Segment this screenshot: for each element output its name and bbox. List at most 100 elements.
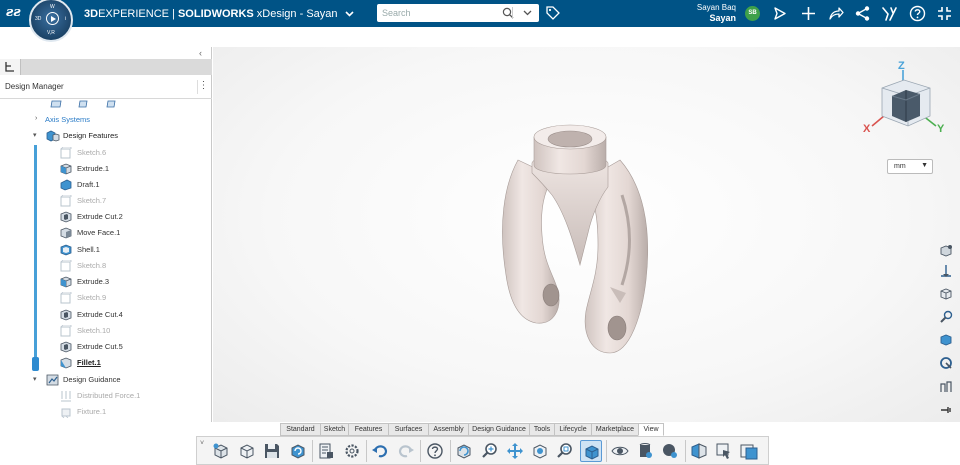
tree-item-label: Sketch.10: [77, 326, 111, 335]
tree-item-label: Fixture.1: [77, 407, 107, 416]
tree-item-sketch-10[interactable]: Sketch.10: [0, 323, 211, 339]
tree-item-sketch-8[interactable]: Sketch.8: [0, 258, 211, 274]
pin-icon[interactable]: [939, 403, 954, 418]
tree-item-draft-1[interactable]: Draft.1: [0, 177, 211, 193]
tree-item-move-face-1[interactable]: Move Face.1: [0, 225, 211, 241]
tab-sketch[interactable]: Sketch: [320, 423, 349, 436]
save-icon[interactable]: [261, 440, 283, 462]
clevis-part-model[interactable]: [470, 115, 670, 365]
tree-item-fixture-1[interactable]: Fixture.1: [0, 404, 211, 420]
tree-item-label: Shell.1: [77, 245, 100, 254]
move-face-icon: [60, 227, 72, 239]
user-name[interactable]: Sayan Baq Sayan: [696, 3, 736, 24]
zoom-fit-icon[interactable]: [554, 440, 576, 462]
avatar[interactable]: SB: [745, 6, 760, 21]
tab-view[interactable]: View: [638, 423, 664, 436]
zoom-icon[interactable]: [479, 440, 501, 462]
redo-icon[interactable]: [395, 440, 417, 462]
rotate-view-icon[interactable]: [939, 356, 954, 371]
command-separator: [312, 440, 313, 462]
sketch-icon: [60, 291, 72, 304]
tree-item-extrude-cut-2[interactable]: Extrude Cut.2: [0, 209, 211, 225]
view-orientation-icon[interactable]: [939, 244, 954, 259]
tree-item-label: Extrude.3: [77, 277, 110, 286]
collapse-caret-icon[interactable]: ▾: [33, 131, 37, 139]
help-icon[interactable]: [424, 440, 446, 462]
help-icon[interactable]: [909, 5, 926, 22]
tree-item-fillet-1[interactable]: Fillet.1: [0, 355, 211, 371]
units-value: mm: [894, 163, 906, 170]
add-icon[interactable]: [800, 5, 817, 22]
display-style-icon[interactable]: [713, 440, 735, 462]
units-dropdown[interactable]: mm ▼: [887, 159, 933, 174]
tab-marketplace[interactable]: Marketplace: [591, 423, 639, 436]
app-title[interactable]: 3DEXPERIENCE | SOLIDWORKS xDesign - Saya…: [84, 8, 354, 20]
tree-item-extrude-3[interactable]: Extrude.3: [0, 274, 211, 290]
tab-features[interactable]: Features: [348, 423, 389, 436]
search-scope-chevron-icon[interactable]: [523, 9, 532, 18]
tree-item-design-features[interactable]: ▾ Design Features: [0, 128, 211, 144]
tree-item-axis-systems[interactable]: › Axis Systems: [0, 112, 211, 128]
share-icon[interactable]: [854, 5, 871, 22]
ds-logo[interactable]: ƨƨ: [6, 5, 21, 20]
axis-z-label: Z: [898, 60, 905, 72]
capture-icon[interactable]: [738, 440, 760, 462]
compass-button[interactable]: W 3D i V,R: [29, 0, 73, 42]
scene-icon[interactable]: [659, 440, 681, 462]
tab-assembly[interactable]: Assembly: [428, 423, 469, 436]
collapse-caret-icon[interactable]: ▾: [33, 375, 37, 383]
tab-standard[interactable]: Standard: [280, 423, 321, 436]
sketch-icon: [60, 194, 72, 207]
tab-tools[interactable]: Tools: [529, 423, 555, 436]
new-design-icon[interactable]: [210, 440, 232, 462]
display-mode-icon[interactable]: [939, 287, 954, 302]
appearance-icon[interactable]: [634, 440, 656, 462]
tag-icon[interactable]: [545, 5, 562, 22]
tree-item-sketch-6[interactable]: Sketch.6: [0, 145, 211, 161]
tree-item-extrude-1[interactable]: Extrude.1: [0, 161, 211, 177]
tree-item-extrude-cut-5[interactable]: Extrude Cut.5: [0, 339, 211, 355]
extrude-icon: [60, 276, 72, 288]
sync-icon[interactable]: [287, 440, 309, 462]
measure-icon[interactable]: [939, 310, 954, 325]
settings-icon[interactable]: [341, 440, 363, 462]
tree-item-sketch-7[interactable]: Sketch.7: [0, 193, 211, 209]
tab-surfaces[interactable]: Surfaces: [388, 423, 429, 436]
search-input[interactable]: [382, 7, 492, 19]
view-cube-icon[interactable]: [580, 440, 602, 462]
feature-tree: › Axis Systems ▾ Design Features Sketch.6 Ext…: [0, 47, 212, 422]
share-to-community-icon[interactable]: [771, 5, 788, 22]
tree-item-label: Design Guidance: [63, 375, 121, 384]
hide-show-icon[interactable]: [609, 440, 631, 462]
fullscreen-icon[interactable]: [936, 5, 953, 22]
tab-design-guidance[interactable]: Design Guidance: [468, 423, 530, 436]
tab-lifecycle[interactable]: Lifecycle: [554, 423, 592, 436]
expand-caret-icon[interactable]: ›: [35, 115, 37, 122]
tree-item-shell-1[interactable]: Shell.1: [0, 242, 211, 258]
play-icon: [46, 12, 59, 25]
forward-share-icon[interactable]: [827, 5, 844, 22]
sketch-icon: [60, 259, 72, 272]
tree-item-label: Distributed Force.1: [77, 391, 141, 400]
mates-icon[interactable]: [939, 379, 954, 394]
tree-item-design-guidance[interactable]: ▾ Design Guidance: [0, 372, 211, 388]
open-icon[interactable]: [236, 440, 258, 462]
section-icon[interactable]: [688, 440, 710, 462]
draft-icon: [60, 179, 72, 191]
tree-item-sketch-9[interactable]: Sketch.9: [0, 290, 211, 306]
rotate-icon[interactable]: [453, 440, 475, 462]
design-features-icon: [46, 130, 60, 142]
tree-item-distributed-force-1[interactable]: Distributed Force.1: [0, 388, 211, 404]
properties-icon[interactable]: [315, 440, 337, 462]
normal-to-icon[interactable]: [939, 264, 954, 279]
command-bar-expand-icon[interactable]: ˅: [200, 440, 204, 447]
compass-quadrant-top: W: [50, 4, 55, 10]
chevron-down-icon[interactable]: [345, 8, 354, 20]
pan-icon[interactable]: [504, 440, 526, 462]
undo-icon[interactable]: [369, 440, 391, 462]
brand-separator: |: [168, 8, 178, 20]
orbit-icon[interactable]: [529, 440, 551, 462]
appearance-cube-icon[interactable]: [939, 333, 954, 348]
tree-item-extrude-cut-4[interactable]: Extrude Cut.4: [0, 307, 211, 323]
compass-apps-icon[interactable]: [881, 5, 898, 22]
